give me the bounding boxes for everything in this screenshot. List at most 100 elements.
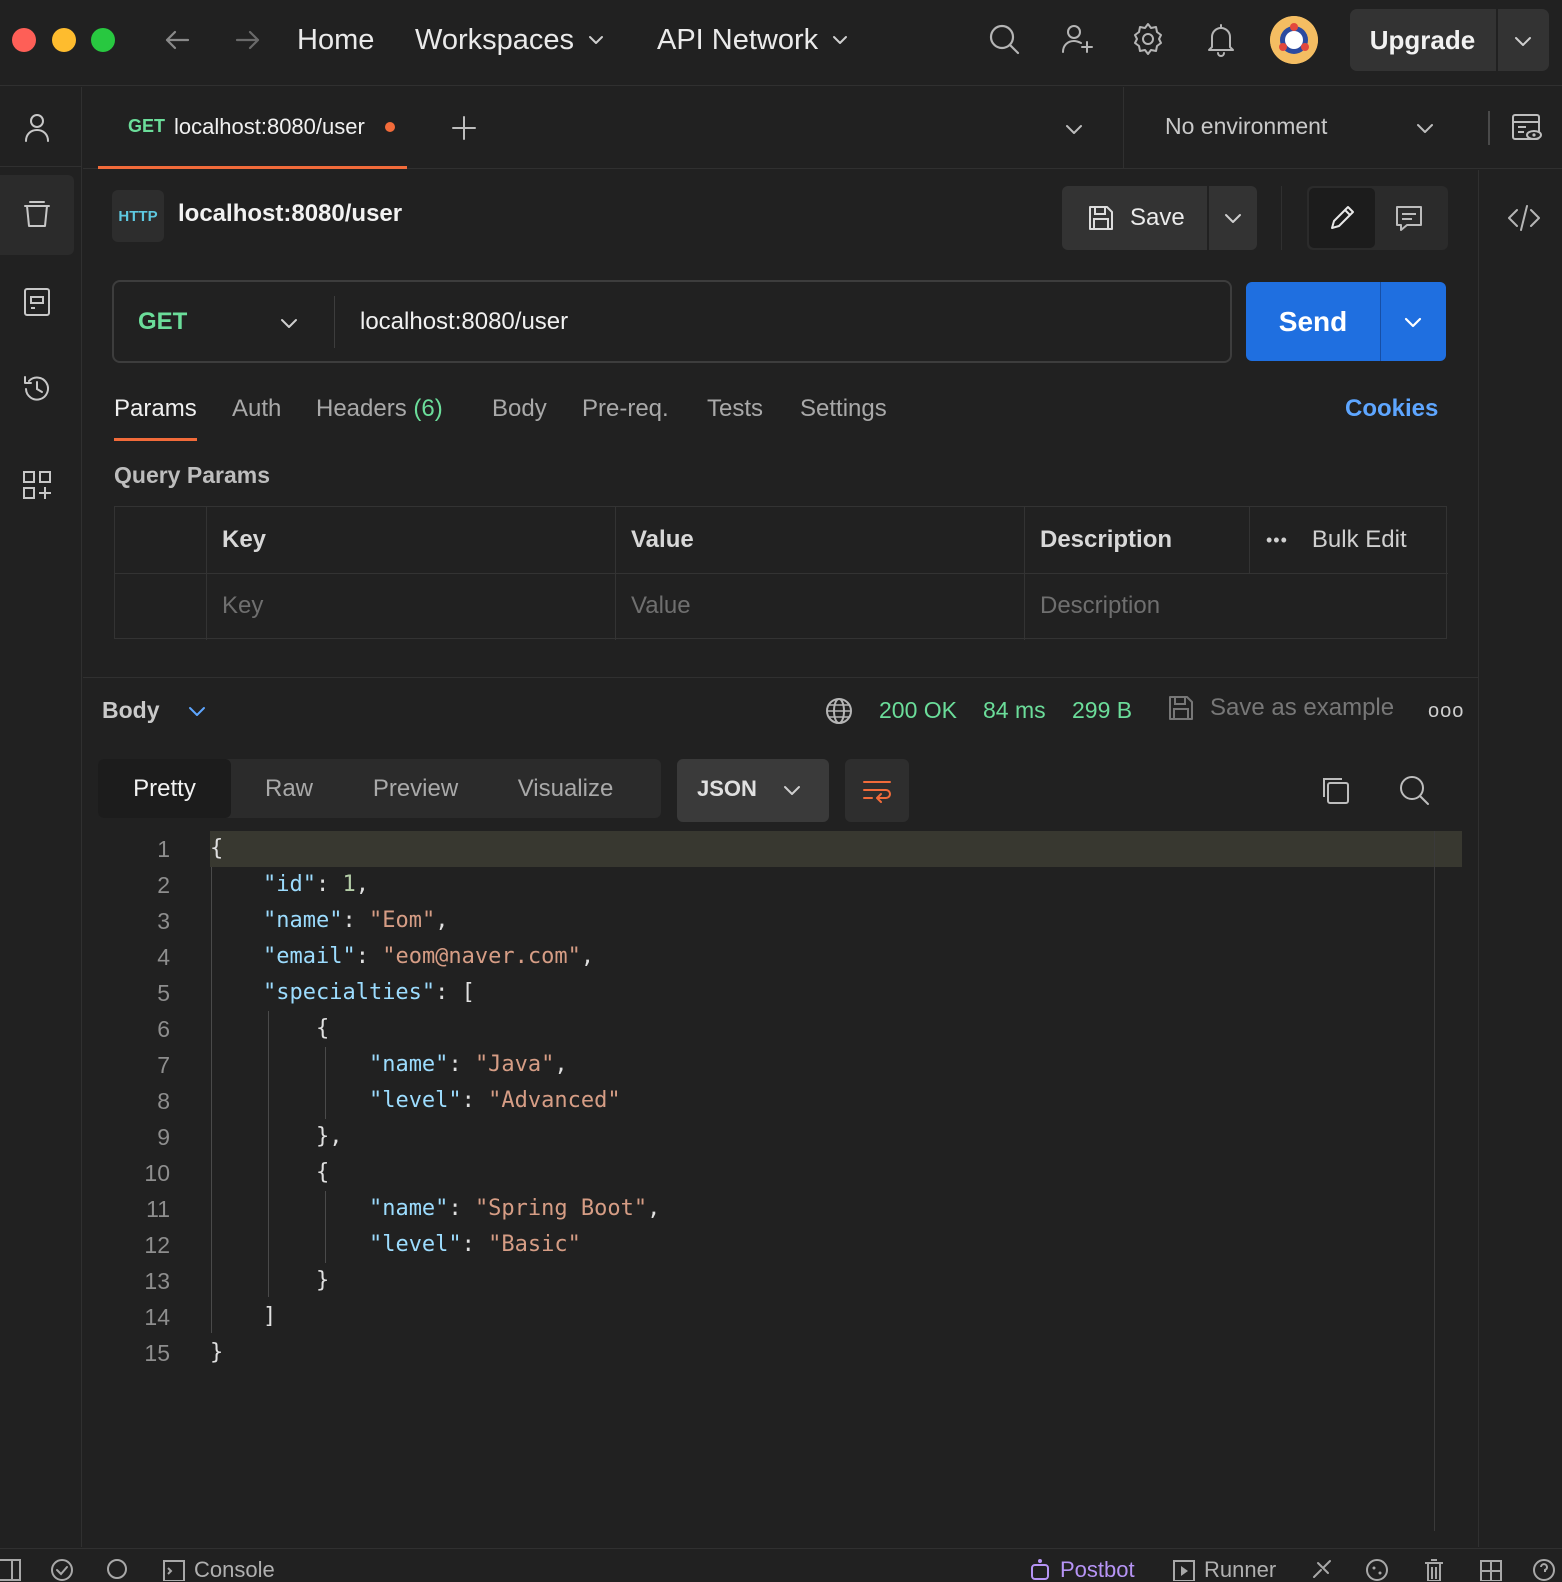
view-tab-raw[interactable]: Raw (231, 759, 347, 818)
environment-selector[interactable]: No environment (1165, 113, 1327, 140)
divider (1496, 9, 1498, 71)
sidebar (0, 87, 82, 1547)
postbot-button[interactable]: Postbot (1028, 1557, 1135, 1582)
bell-icon[interactable] (1202, 20, 1240, 58)
chevron-down-icon[interactable] (1512, 30, 1534, 52)
response-body-editor[interactable]: 1{ 2 "id": 1, 3 "name": "Eom", 4 "email"… (98, 831, 1462, 1531)
current-line-highlight (210, 831, 1462, 867)
sidebar-item-apps[interactable] (0, 445, 74, 525)
comment-icon[interactable] (1393, 202, 1425, 234)
right-sidebar (1478, 170, 1562, 1547)
user-icon (25, 114, 49, 142)
tab-auth[interactable]: Auth (232, 395, 281, 441)
url-input[interactable] (360, 304, 1200, 340)
divider (1123, 87, 1124, 169)
editor-scrollbar[interactable] (1434, 831, 1435, 1531)
param-description-input[interactable]: Description (1024, 573, 1448, 639)
sidebar-item-environments[interactable] (0, 262, 74, 342)
param-value-input[interactable]: Value (615, 573, 1024, 639)
title-bar: Home Workspaces API Network Upgrade (0, 0, 1562, 86)
online-status-icon[interactable] (50, 1557, 82, 1582)
toggle-sidebar-icon[interactable] (0, 1557, 32, 1582)
copy-icon[interactable] (1318, 773, 1352, 807)
chevron-down-icon[interactable] (278, 312, 300, 334)
response-time[interactable]: 84 ms (983, 697, 1046, 724)
more-options-icon[interactable]: ••• (1266, 530, 1288, 551)
chevron-down-icon[interactable] (1401, 310, 1425, 334)
sidebar-item-profile[interactable] (0, 87, 74, 167)
tab-headers[interactable]: Headers (6) (316, 395, 443, 441)
line-number: 14 (144, 1304, 170, 1330)
tab-settings[interactable]: Settings (800, 395, 887, 441)
view-tab-visualize[interactable]: Visualize (484, 759, 647, 818)
chevron-down-icon[interactable] (1414, 117, 1436, 139)
chevron-down-icon[interactable] (1063, 118, 1085, 140)
sidebar-item-collections[interactable] (0, 175, 74, 255)
search-icon[interactable] (985, 20, 1023, 58)
column-header-value: Value (631, 526, 694, 553)
forward-arrow-icon[interactable] (232, 24, 264, 56)
search-icon[interactable] (1397, 773, 1431, 807)
chevron-down-icon (784, 786, 800, 795)
response-more-icon[interactable]: ooo (1428, 700, 1464, 723)
cookies-link[interactable]: Cookies (1345, 395, 1438, 423)
view-tab-preview[interactable]: Preview (347, 759, 484, 818)
line-number: 6 (157, 1016, 170, 1042)
chevron-down-icon (833, 36, 848, 44)
tab-tests[interactable]: Tests (707, 395, 763, 441)
view-tab-pretty[interactable]: Pretty (98, 759, 231, 818)
bulk-edit-button[interactable]: Bulk Edit (1312, 526, 1407, 554)
tab-prereq[interactable]: Pre-req. (582, 395, 669, 441)
trash-icon[interactable] (1422, 1557, 1454, 1582)
response-size[interactable]: 299 B (1072, 697, 1132, 724)
method-selector[interactable]: GET (138, 308, 187, 336)
line-number: 2 (157, 872, 170, 898)
wrap-lines-button[interactable] (845, 759, 909, 822)
close-window-button[interactable] (12, 28, 36, 52)
two-pane-icon[interactable] (1479, 1557, 1511, 1582)
pencil-icon (1331, 206, 1354, 229)
capture-requests-icon[interactable] (1310, 1557, 1342, 1582)
headers-count: (6) (413, 395, 443, 422)
send-button[interactable]: Send (1246, 282, 1380, 361)
divider (334, 296, 335, 348)
avatar[interactable] (1270, 16, 1318, 64)
save-as-example-label: Save as example (1210, 694, 1395, 721)
chevron-down-icon (589, 36, 604, 44)
globe-icon[interactable] (824, 696, 854, 726)
nav-home[interactable]: Home (297, 22, 374, 58)
nav-workspaces[interactable]: Workspaces (415, 22, 606, 58)
maximize-window-button[interactable] (91, 28, 115, 52)
upgrade-button[interactable]: Upgrade (1350, 9, 1549, 71)
console-button[interactable]: Console (162, 1557, 275, 1582)
tab-body[interactable]: Body (492, 395, 547, 441)
cookies-icon[interactable] (1365, 1557, 1397, 1582)
chevron-down-icon[interactable] (1222, 207, 1244, 229)
nav-api-network[interactable]: API Network (657, 22, 850, 58)
status-code[interactable]: 200 OK (879, 697, 957, 724)
minimize-window-button[interactable] (52, 28, 76, 52)
save-button[interactable]: Save (1062, 186, 1206, 250)
format-selector[interactable]: JSON (677, 759, 829, 822)
sidebar-item-history[interactable] (0, 349, 74, 429)
invite-user-icon[interactable] (1058, 20, 1096, 58)
plus-icon[interactable] (449, 113, 479, 143)
nav-workspaces-label: Workspaces (415, 23, 575, 56)
environment-quick-look-icon[interactable] (1510, 111, 1544, 145)
edit-button[interactable] (1309, 188, 1375, 248)
param-key-input[interactable]: Key (206, 573, 615, 639)
help-icon[interactable] (1532, 1557, 1562, 1582)
format-label: JSON (697, 776, 757, 801)
tab-params[interactable]: Params (114, 395, 197, 441)
postbot-icon (1031, 1559, 1049, 1580)
back-arrow-icon[interactable] (161, 24, 193, 56)
runner-button[interactable]: Runner (1172, 1557, 1276, 1582)
gear-icon[interactable] (1129, 20, 1167, 58)
response-body-selector[interactable]: Body (102, 697, 208, 724)
find-replace-icon[interactable] (106, 1557, 138, 1582)
save-as-example-button[interactable]: Save as example (1166, 693, 1394, 723)
code-snippet-icon[interactable] (1506, 200, 1542, 236)
request-name[interactable]: localhost:8080/user (178, 200, 402, 228)
divider (83, 677, 1478, 678)
request-tab[interactable]: GET localhost:8080/user (98, 87, 407, 169)
